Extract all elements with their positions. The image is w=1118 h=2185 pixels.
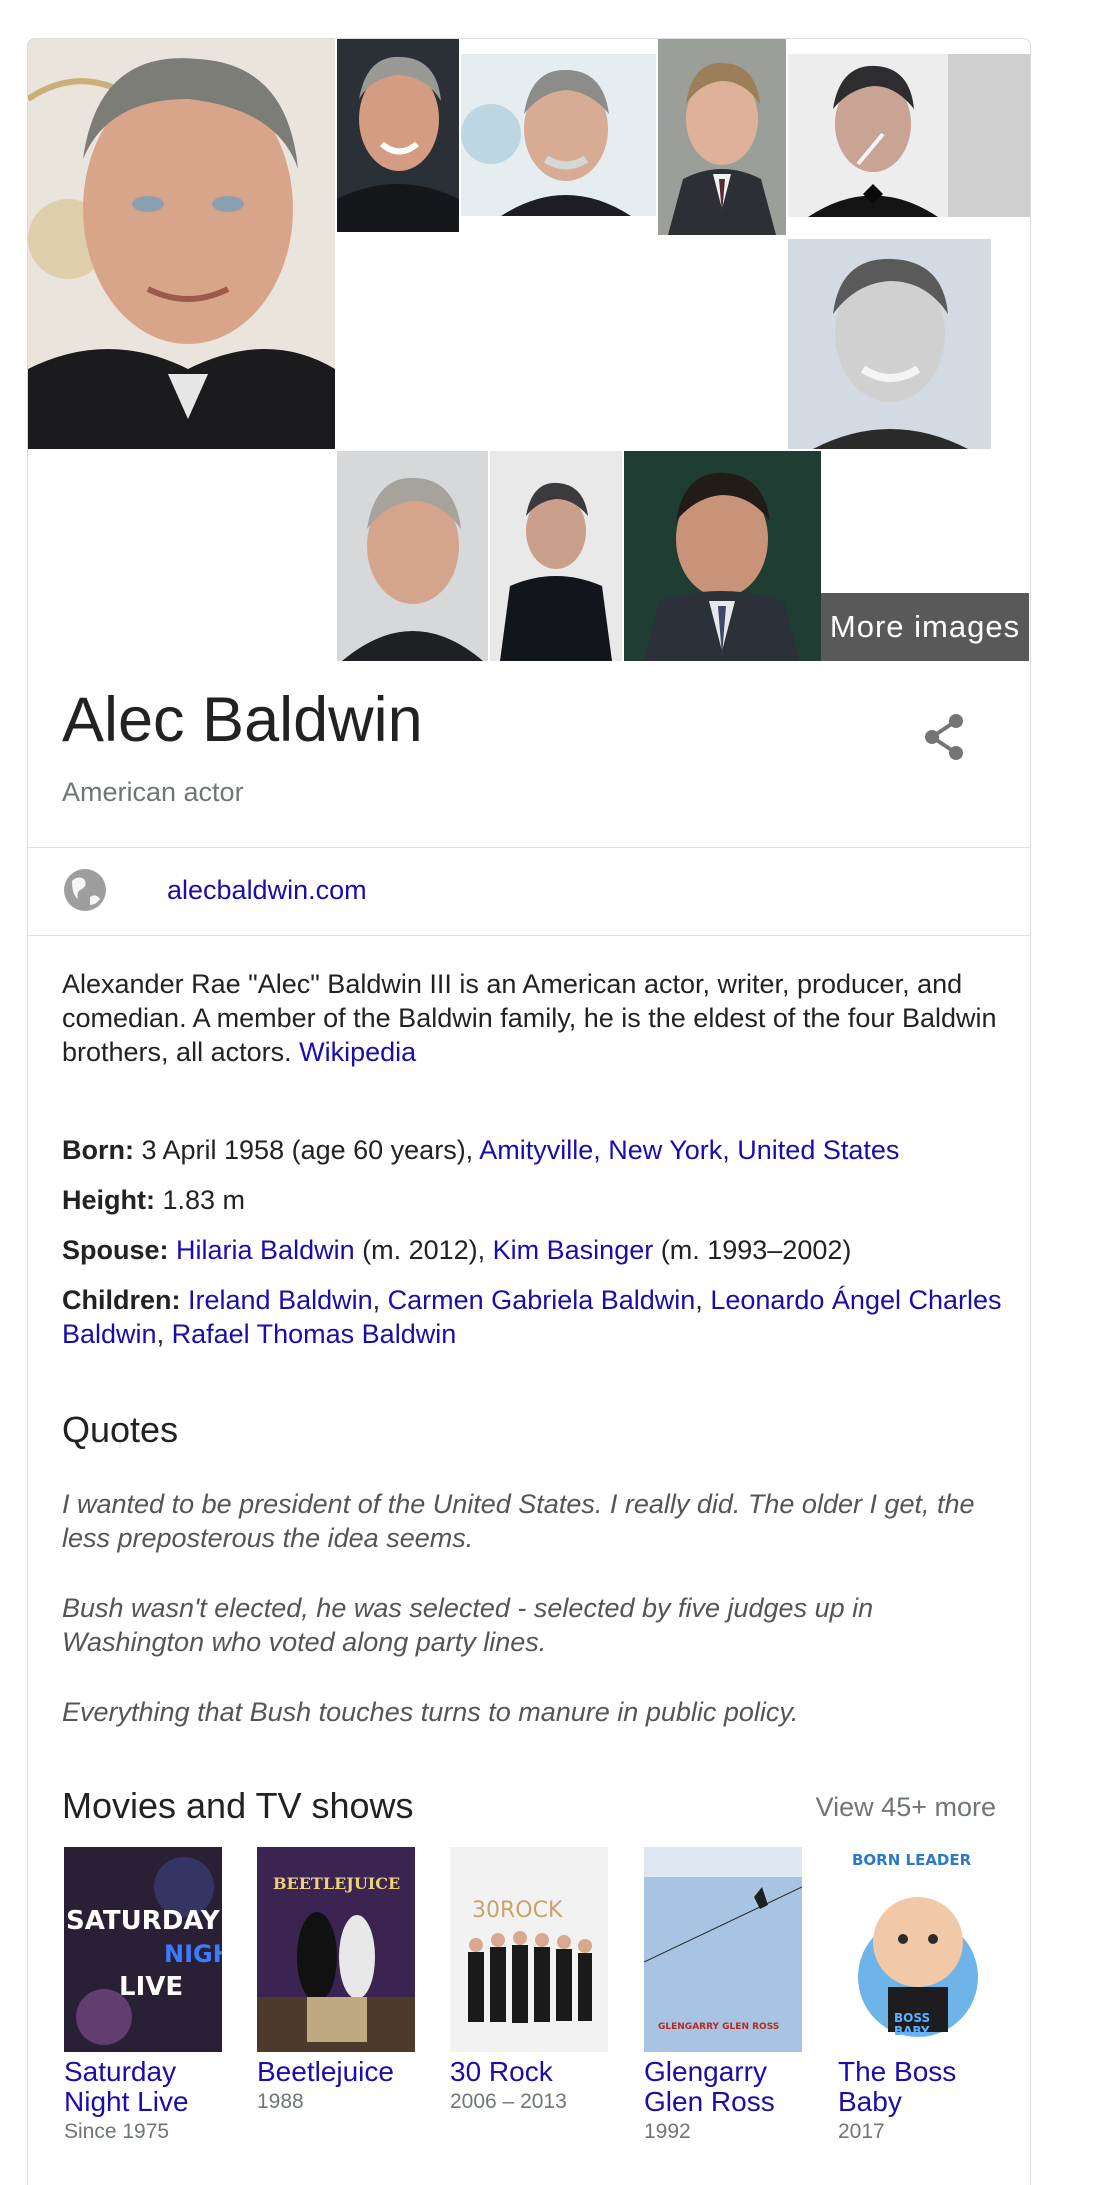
spouse-link[interactable]: Hilaria Baldwin	[176, 1235, 355, 1265]
movie-year: Since 1975	[64, 2120, 170, 2143]
fact-children: Children: Ireland Baldwin, Carmen Gabrie…	[62, 1283, 1012, 1351]
portrait-image-2[interactable]	[337, 39, 459, 232]
poster-text: NIGHT	[164, 1940, 222, 1968]
birthplace-link[interactable]: Amityville, New York, United States	[479, 1135, 899, 1165]
portrait-image-3[interactable]	[461, 54, 656, 216]
movie-year: 2017	[838, 2120, 885, 2143]
poster-text: BEETLEJUICE	[273, 1874, 400, 1893]
movie-title[interactable]: 30 Rock	[450, 2057, 610, 2087]
subtitle: American actor	[62, 777, 244, 807]
wikipedia-link[interactable]: Wikipedia	[299, 1037, 416, 1067]
spouse-link[interactable]: Kim Basinger	[493, 1235, 654, 1265]
movie-poster[interactable]: GLENGARRY GLEN ROSS	[644, 1847, 802, 2052]
poster-text: BABY	[894, 2024, 930, 2038]
movies-heading: Movies and TV shows	[62, 1785, 414, 1826]
fact-height: Height: 1.83 m	[62, 1183, 1012, 1217]
movie-item[interactable]: BORN LEADER BOSS BABY The Boss Baby 2017	[838, 1847, 998, 2144]
portrait-image-7[interactable]	[337, 451, 488, 661]
quote-item: I wanted to be president of the United S…	[62, 1489, 975, 1553]
fact-value: (m. 2012),	[354, 1235, 493, 1265]
movie-title[interactable]: Glengarry Glen Ross	[644, 2057, 804, 2117]
poster-text: BORN LEADER	[852, 1851, 972, 1869]
website-link[interactable]: alecbaldwin.com	[167, 875, 367, 906]
movie-year: 1988	[257, 2090, 304, 2113]
divider	[28, 935, 1030, 936]
fact-value: (m. 1993–2002)	[653, 1235, 852, 1265]
movie-poster[interactable]: 30ROCK	[450, 1847, 608, 2052]
fact-label: Children:	[62, 1285, 181, 1315]
divider	[28, 847, 1030, 848]
portrait-image-4[interactable]	[658, 39, 786, 235]
movie-item[interactable]: 30ROCK 30 Rock 2006 – 2013	[450, 1847, 610, 2114]
separator: ,	[156, 1319, 172, 1349]
knowledge-panel: More images Alec Baldwin American actor …	[27, 38, 1031, 2185]
movie-year: 2006 – 2013	[450, 2090, 567, 2113]
description-text: Alexander Rae "Alec" Baldwin III is an A…	[62, 969, 997, 1067]
view-more-link[interactable]: View 45+ more	[816, 1792, 996, 1823]
separator: ,	[372, 1285, 388, 1315]
fact-value: 1.83 m	[154, 1185, 246, 1215]
portrait-image-9[interactable]	[624, 451, 821, 661]
main-portrait-image[interactable]	[28, 39, 335, 449]
movie-poster[interactable]: BEETLEJUICE	[257, 1847, 415, 2052]
separator: ,	[695, 1285, 711, 1315]
share-icon[interactable]	[916, 709, 972, 765]
child-link[interactable]: Carmen Gabriela Baldwin	[388, 1285, 696, 1315]
portrait-image-5[interactable]	[788, 54, 1030, 217]
poster-text: 30ROCK	[472, 1898, 563, 1923]
movie-item[interactable]: GLENGARRY GLEN ROSS Glengarry Glen Ross …	[644, 1847, 804, 2144]
poster-text: SATURDAY	[66, 1906, 221, 1936]
movie-item[interactable]: SATURDAY NIGHT LIVE Saturday Night Live …	[64, 1847, 224, 2144]
poster-text: GLENGARRY GLEN ROSS	[658, 2022, 779, 2032]
poster-text: BOSS	[894, 2011, 930, 2025]
child-link[interactable]: Rafael Thomas Baldwin	[172, 1319, 457, 1349]
movie-poster[interactable]: SATURDAY NIGHT LIVE	[64, 1847, 222, 2052]
poster-text: LIVE	[119, 1972, 183, 2002]
portrait-image-8[interactable]	[490, 451, 622, 661]
description: Alexander Rae "Alec" Baldwin III is an A…	[62, 967, 1007, 1069]
movie-title[interactable]: Beetlejuice	[257, 2057, 417, 2087]
movie-item[interactable]: BEETLEJUICE Beetlejuice 1988	[257, 1847, 417, 2114]
fact-label: Spouse:	[62, 1235, 169, 1265]
movie-title[interactable]: Saturday Night Live	[64, 2057, 224, 2117]
fact-label: Born:	[62, 1135, 134, 1165]
fact-label: Height:	[62, 1185, 155, 1215]
quote-item: Bush wasn't elected, he was selected - s…	[62, 1593, 874, 1657]
movie-title[interactable]: The Boss Baby	[838, 2057, 998, 2117]
fact-born: Born: 3 April 1958 (age 60 years), Amity…	[62, 1133, 1012, 1167]
portrait-image-6[interactable]	[788, 239, 991, 449]
child-link[interactable]: Ireland Baldwin	[188, 1285, 373, 1315]
movie-poster[interactable]: BORN LEADER BOSS BABY	[838, 1847, 996, 2052]
quotes-heading: Quotes	[62, 1409, 179, 1450]
fact-spouse: Spouse: Hilaria Baldwin (m. 2012), Kim B…	[62, 1233, 1012, 1267]
fact-value: 3 April 1958 (age 60 years),	[133, 1135, 480, 1165]
quote-item: Everything that Bush touches turns to ma…	[62, 1697, 799, 1727]
movie-year: 1992	[644, 2120, 691, 2143]
globe-icon	[62, 867, 108, 913]
more-images-button[interactable]: More images	[821, 593, 1029, 661]
page-title: Alec Baldwin	[62, 685, 423, 755]
